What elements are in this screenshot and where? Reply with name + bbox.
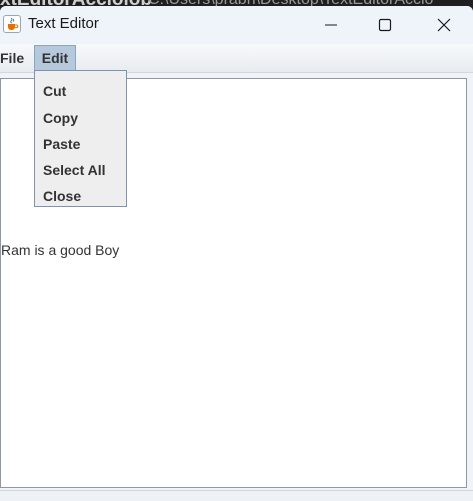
title-bar[interactable]: Text Editor bbox=[0, 6, 473, 44]
minimize-icon bbox=[325, 24, 337, 26]
maximize-icon bbox=[378, 18, 392, 32]
close-window-button[interactable] bbox=[422, 6, 468, 44]
text-editor-window: Text Editor File Edit Ram is a good Boy … bbox=[0, 6, 473, 501]
menu-item-close[interactable]: Close bbox=[35, 183, 126, 209]
menu-item-cut[interactable]: Cut bbox=[35, 78, 126, 104]
close-icon bbox=[437, 18, 451, 32]
minimize-button[interactable] bbox=[309, 6, 355, 44]
window-title: Text Editor bbox=[28, 15, 99, 32]
window-bottom-edge bbox=[0, 490, 473, 501]
edit-menu-dropdown: Cut Copy Paste Select All Close bbox=[34, 70, 127, 207]
menu-file[interactable]: File bbox=[0, 45, 32, 71]
editor-text-line: Ram is a good Boy bbox=[1, 242, 120, 258]
menu-item-select-all[interactable]: Select All bbox=[35, 157, 126, 183]
maximize-button[interactable] bbox=[363, 6, 409, 44]
menu-bar: File Edit bbox=[0, 44, 473, 73]
java-cup-icon[interactable] bbox=[3, 15, 21, 33]
menu-item-copy[interactable]: Copy bbox=[35, 105, 126, 131]
menu-edit[interactable]: Edit bbox=[34, 45, 76, 71]
menu-item-paste[interactable]: Paste bbox=[35, 131, 126, 157]
